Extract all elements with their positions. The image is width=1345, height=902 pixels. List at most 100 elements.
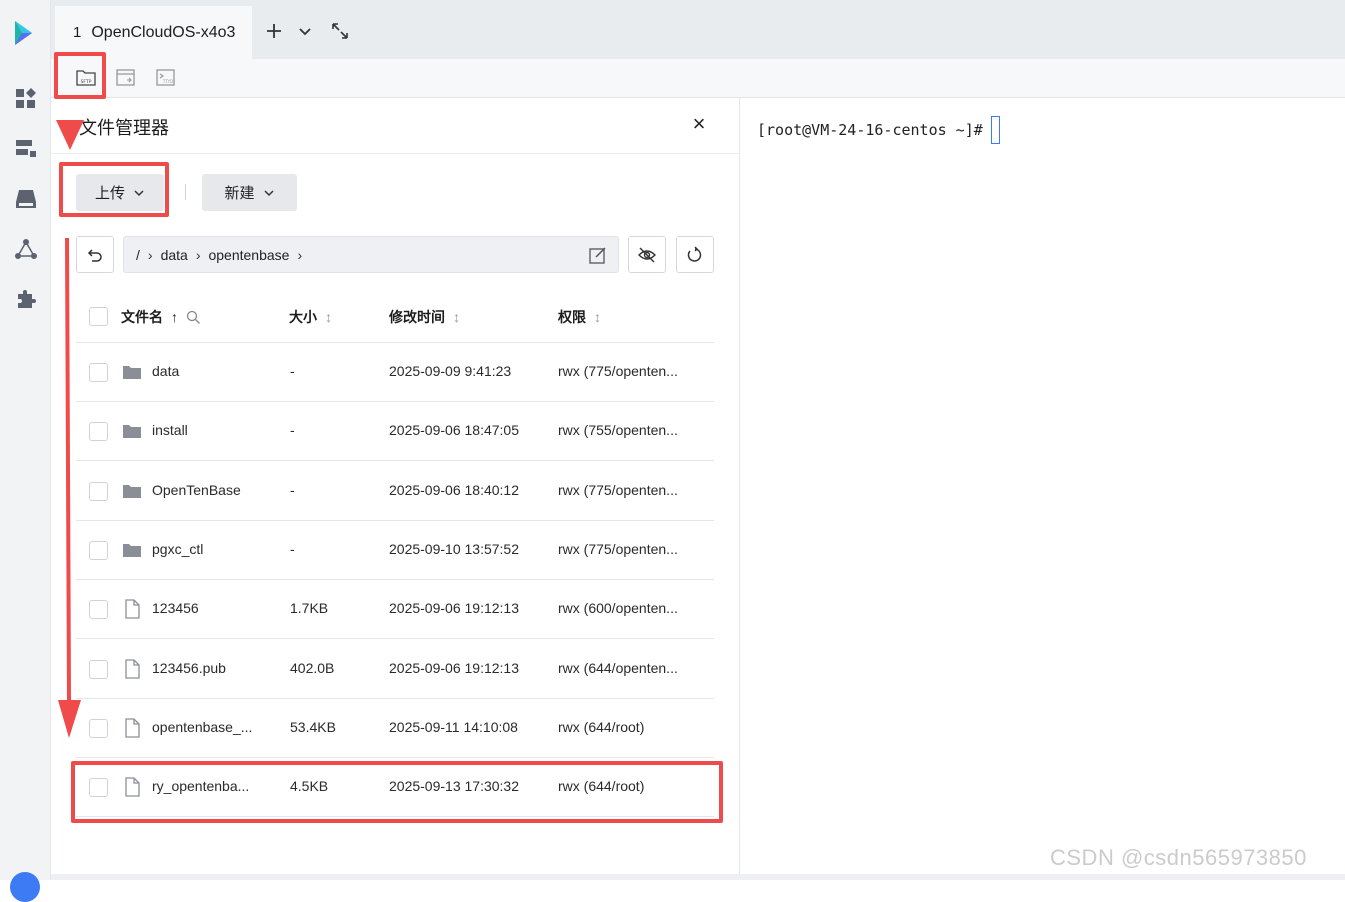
- upload-label: 上传: [94, 185, 125, 202]
- file-perm: rwx (775/openten...: [558, 540, 678, 557]
- table-row[interactable]: install - 2025-09-06 18:47:05 rwx (755/open…: [76, 402, 714, 462]
- sort-icon[interactable]: ↕: [453, 309, 460, 325]
- table-row[interactable]: 123456.pub 402.0B 2025-09-06 19:12:13 rwx (…: [76, 640, 714, 699]
- left-sidebar: [0, 0, 51, 902]
- toolbar-divider: [185, 184, 186, 200]
- file-mtime: 2025-09-13 17:30:32: [389, 778, 519, 795]
- file-size: -: [290, 481, 295, 498]
- file-name[interactable]: data: [152, 363, 264, 379]
- file-name[interactable]: pgxc_ctl: [152, 541, 264, 557]
- storage-icon[interactable]: [14, 187, 38, 211]
- close-icon[interactable]: ×: [689, 113, 709, 135]
- breadcrumb-segment-data[interactable]: data ›: [161, 247, 209, 263]
- file-icon: [125, 658, 140, 679]
- file-name[interactable]: ry_opentenba...: [152, 778, 264, 794]
- expand-icon[interactable]: [329, 20, 351, 42]
- watermark: CSDN @csdn565973850: [1050, 845, 1307, 870]
- column-name-header[interactable]: 文件名 ↑: [121, 307, 201, 327]
- file-size: -: [290, 422, 295, 439]
- file-perm: rwx (600/openten...: [558, 600, 678, 617]
- plugin-icon[interactable]: [14, 287, 38, 311]
- breadcrumb-segment-opentenbase[interactable]: opentenbase ›: [208, 247, 310, 263]
- row-checkbox[interactable]: [89, 363, 108, 382]
- file-size: 1.7KB: [290, 600, 329, 617]
- file-name[interactable]: 123456: [152, 600, 264, 616]
- breadcrumb-root[interactable]: / ›: [136, 247, 161, 263]
- file-perm: rwx (644/openten...: [558, 659, 678, 676]
- refresh-icon: [687, 246, 702, 262]
- file-mtime: 2025-09-06 19:12:13: [389, 600, 519, 617]
- column-size-header[interactable]: 大小 ↕: [289, 307, 332, 327]
- chevron-down-icon[interactable]: [294, 20, 316, 42]
- ttyd-label: TTYD: [162, 79, 173, 84]
- sftp-folder-icon[interactable]: SFTP: [75, 67, 97, 89]
- tab-number: 1: [73, 24, 82, 41]
- tab-session[interactable]: 1 OpenCloudOS-x4o3: [55, 6, 252, 59]
- column-name-label: 文件名: [121, 309, 163, 325]
- dashboard-icon[interactable]: [14, 87, 38, 111]
- chevron-right-icon: ›: [147, 246, 153, 263]
- row-checkbox[interactable]: [89, 540, 108, 560]
- new-label: 新建: [224, 185, 255, 202]
- file-mtime: 2025-09-11 14:10:08: [389, 718, 518, 735]
- annotation-arrow-down-small: [56, 120, 84, 150]
- table-row[interactable]: pgxc_ctl - 2025-09-10 13:57:52 rwx (775/ope…: [76, 521, 714, 580]
- row-checkbox[interactable]: [89, 778, 108, 798]
- terminal-prompt-line: [root@VM-24-16-centos ~]#: [757, 116, 1000, 144]
- file-size: 53.4KB: [290, 718, 336, 735]
- table-row[interactable]: OpenTenBase - 2025-09-06 18:40:12 rwx (775/…: [76, 462, 714, 521]
- row-checkbox[interactable]: [89, 718, 108, 738]
- terminal-prompt: [root@VM-24-16-centos ~]#: [757, 121, 983, 139]
- table-row[interactable]: opentenbase_... 53.4KB 2025-09-11 14:10:08…: [76, 699, 714, 758]
- edit-path-icon[interactable]: [588, 245, 608, 265]
- file-icon: [125, 599, 140, 619]
- file-perm: rwx (775/openten...: [558, 481, 678, 498]
- sort-asc-icon[interactable]: ↑: [171, 309, 178, 325]
- refresh-button[interactable]: [676, 236, 714, 273]
- row-checkbox[interactable]: [89, 659, 108, 679]
- file-name[interactable]: OpenTenBase: [152, 482, 264, 498]
- file-manager-title: 文件管理器: [79, 118, 169, 138]
- sort-icon[interactable]: ↕: [594, 309, 601, 325]
- terminal-panel[interactable]: [root@VM-24-16-centos ~]#: [741, 98, 1345, 874]
- search-icon[interactable]: [186, 310, 201, 325]
- app-logo-icon[interactable]: [12, 18, 38, 48]
- row-checkbox[interactable]: [89, 481, 108, 501]
- file-size: 402.0B: [290, 659, 335, 676]
- toggle-hidden-button[interactable]: [628, 236, 666, 273]
- chevron-right-icon: ›: [195, 246, 201, 263]
- breadcrumb-label: opentenbase: [208, 246, 290, 263]
- file-name[interactable]: 123456.pub: [152, 660, 264, 676]
- file-name[interactable]: install: [152, 422, 264, 438]
- new-button[interactable]: 新建: [202, 174, 297, 211]
- chevron-down-icon: [134, 189, 144, 196]
- file-mtime: 2025-09-10 13:57:52: [389, 540, 519, 557]
- servers-icon[interactable]: [14, 137, 38, 161]
- folder-icon: [123, 484, 141, 498]
- select-all-checkbox[interactable]: [89, 307, 108, 326]
- table-row[interactable]: data - 2025-09-09 9:41:23 rwx (775/openten.…: [76, 343, 714, 402]
- add-tab-icon[interactable]: [263, 20, 285, 42]
- breadcrumb-root-label: /: [136, 246, 140, 263]
- folder-icon: [123, 543, 141, 557]
- folder-icon: [123, 366, 141, 379]
- transfer-window-icon[interactable]: [115, 67, 137, 89]
- toolbar: SFTP TTYD: [51, 59, 1345, 98]
- row-checkbox[interactable]: [89, 600, 108, 620]
- path-breadcrumb[interactable]: / › data › opentenbase ›: [123, 236, 619, 273]
- table-row[interactable]: 123456 1.7KB 2025-09-06 19:12:13 rwx (600/o…: [76, 580, 714, 640]
- file-icon: [125, 777, 140, 797]
- row-checkbox[interactable]: [89, 422, 108, 442]
- column-mtime-label: 修改时间: [389, 309, 445, 325]
- column-perm-header[interactable]: 权限 ↕: [558, 307, 601, 327]
- eye-off-icon: [638, 247, 656, 262]
- table-row[interactable]: ry_opentenba... 4.5KB 2025-09-13 17:30:32 r…: [76, 758, 714, 818]
- user-avatar[interactable]: [10, 872, 40, 902]
- annotation-arrow-line: [65, 237, 71, 701]
- network-icon[interactable]: [14, 237, 38, 261]
- file-name[interactable]: opentenbase_...: [152, 719, 264, 735]
- terminal-window-icon[interactable]: TTYD: [155, 67, 177, 89]
- column-mtime-header[interactable]: 修改时间 ↕: [389, 307, 460, 327]
- file-size: -: [290, 363, 295, 379]
- sort-icon[interactable]: ↕: [325, 309, 332, 325]
